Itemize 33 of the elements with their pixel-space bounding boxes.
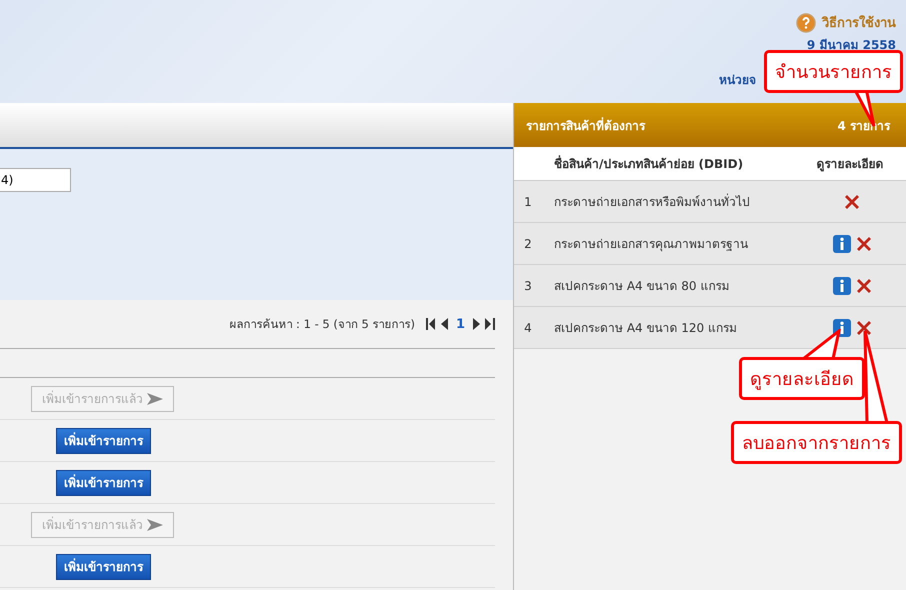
wishlist-title: รายการสินค้าที่ต้องการ xyxy=(526,116,645,134)
add-button[interactable]: เพิ่มเข้ารายการ xyxy=(56,428,151,454)
info-icon[interactable] xyxy=(832,276,850,294)
add-button[interactable]: เพิ่มเข้ารายการ xyxy=(56,470,151,496)
unit-text: หน่วยจ xyxy=(719,72,756,89)
product-name: กระดาษถ่ายเอกสารคุณภาพมาตรฐาน xyxy=(554,236,749,253)
current-page[interactable]: 1 xyxy=(456,316,465,332)
first-page-icon[interactable] xyxy=(426,318,436,330)
delete-icon[interactable] xyxy=(844,194,860,210)
row-number: 1 xyxy=(523,194,533,208)
column-header: ชื่อสินค้า/ประเภทสินค้าย่อย (DBID) xyxy=(554,154,744,173)
result-summary: ผลการค้นหา : 1 - 5 (จาก 5 รายการ) xyxy=(229,316,415,333)
arrow-icon xyxy=(147,392,163,404)
column-header: ดูรายละเอียด xyxy=(816,156,884,173)
row-number: 4 xyxy=(523,320,533,334)
last-page-icon[interactable] xyxy=(485,318,495,330)
row-number: 3 xyxy=(523,278,533,292)
help-icon xyxy=(796,12,816,32)
product-name: กระดาษถ่ายเอกสารหรือพิมพ์งานทั่วไป xyxy=(554,192,751,211)
row-number: 2 xyxy=(523,236,533,250)
delete-icon[interactable] xyxy=(856,320,872,336)
help-link[interactable]: วิธีการใช้งาน xyxy=(796,12,896,33)
product-name: สเปคกระดาษ A4 ขนาด 80 แกรม xyxy=(554,278,730,295)
previous-page-icon[interactable] xyxy=(440,318,448,330)
info-icon[interactable] xyxy=(832,234,850,252)
delete-icon[interactable] xyxy=(856,278,872,294)
arrow-icon xyxy=(147,518,163,530)
add-button[interactable]: เพิ่มเข้ารายการ xyxy=(56,554,151,580)
product-name: สเปคกระดาษ A4 ขนาด 120 แกรม xyxy=(554,320,738,337)
item-count: 4 รายการ xyxy=(837,118,890,134)
next-page-icon[interactable] xyxy=(473,318,480,330)
delete-icon[interactable] xyxy=(856,236,872,252)
input-field[interactable]: 4) xyxy=(0,168,71,192)
